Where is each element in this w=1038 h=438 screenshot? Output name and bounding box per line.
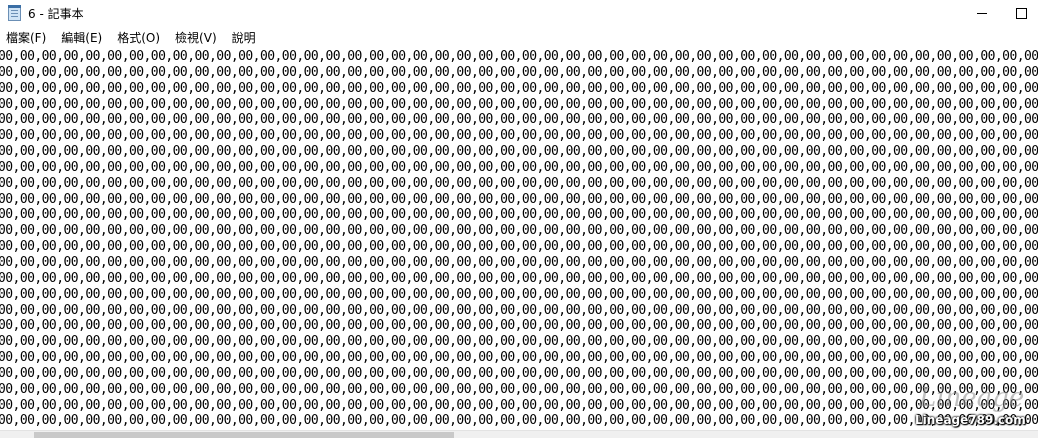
minimize-button[interactable] xyxy=(960,0,1006,28)
window-title: 6 - 記事本 xyxy=(28,7,84,21)
menu-view[interactable]: 檢視(V) xyxy=(170,28,222,48)
horizontal-scrollbar[interactable] xyxy=(0,430,1038,438)
watermark-logo: Lineage xyxy=(919,383,1025,413)
menu-edit[interactable]: 編輯(E) xyxy=(56,28,107,48)
scrollbar-thumb[interactable] xyxy=(34,432,454,438)
menu-help[interactable]: 說明 xyxy=(227,28,261,48)
document-text[interactable]: 00,00,00,00,00,00,00,00,00,00,00,00,00,0… xyxy=(0,49,1038,430)
watermark: Lineage Lineage789.com xyxy=(905,383,1026,427)
menu-bar: 檔案(F) 編輯(E) 格式(O) 檢視(V) 說明 xyxy=(0,28,1038,48)
menu-format[interactable]: 格式(O) xyxy=(112,28,165,48)
text-editor[interactable]: 00,00,00,00,00,00,00,00,00,00,00,00,00,0… xyxy=(0,49,1038,430)
title-bar: 6 - 記事本 xyxy=(0,0,1038,28)
menu-file[interactable]: 檔案(F) xyxy=(1,28,51,48)
notepad-icon xyxy=(8,5,21,21)
maximize-button[interactable] xyxy=(1002,0,1038,28)
watermark-domain: Lineage789.com xyxy=(915,413,1026,427)
